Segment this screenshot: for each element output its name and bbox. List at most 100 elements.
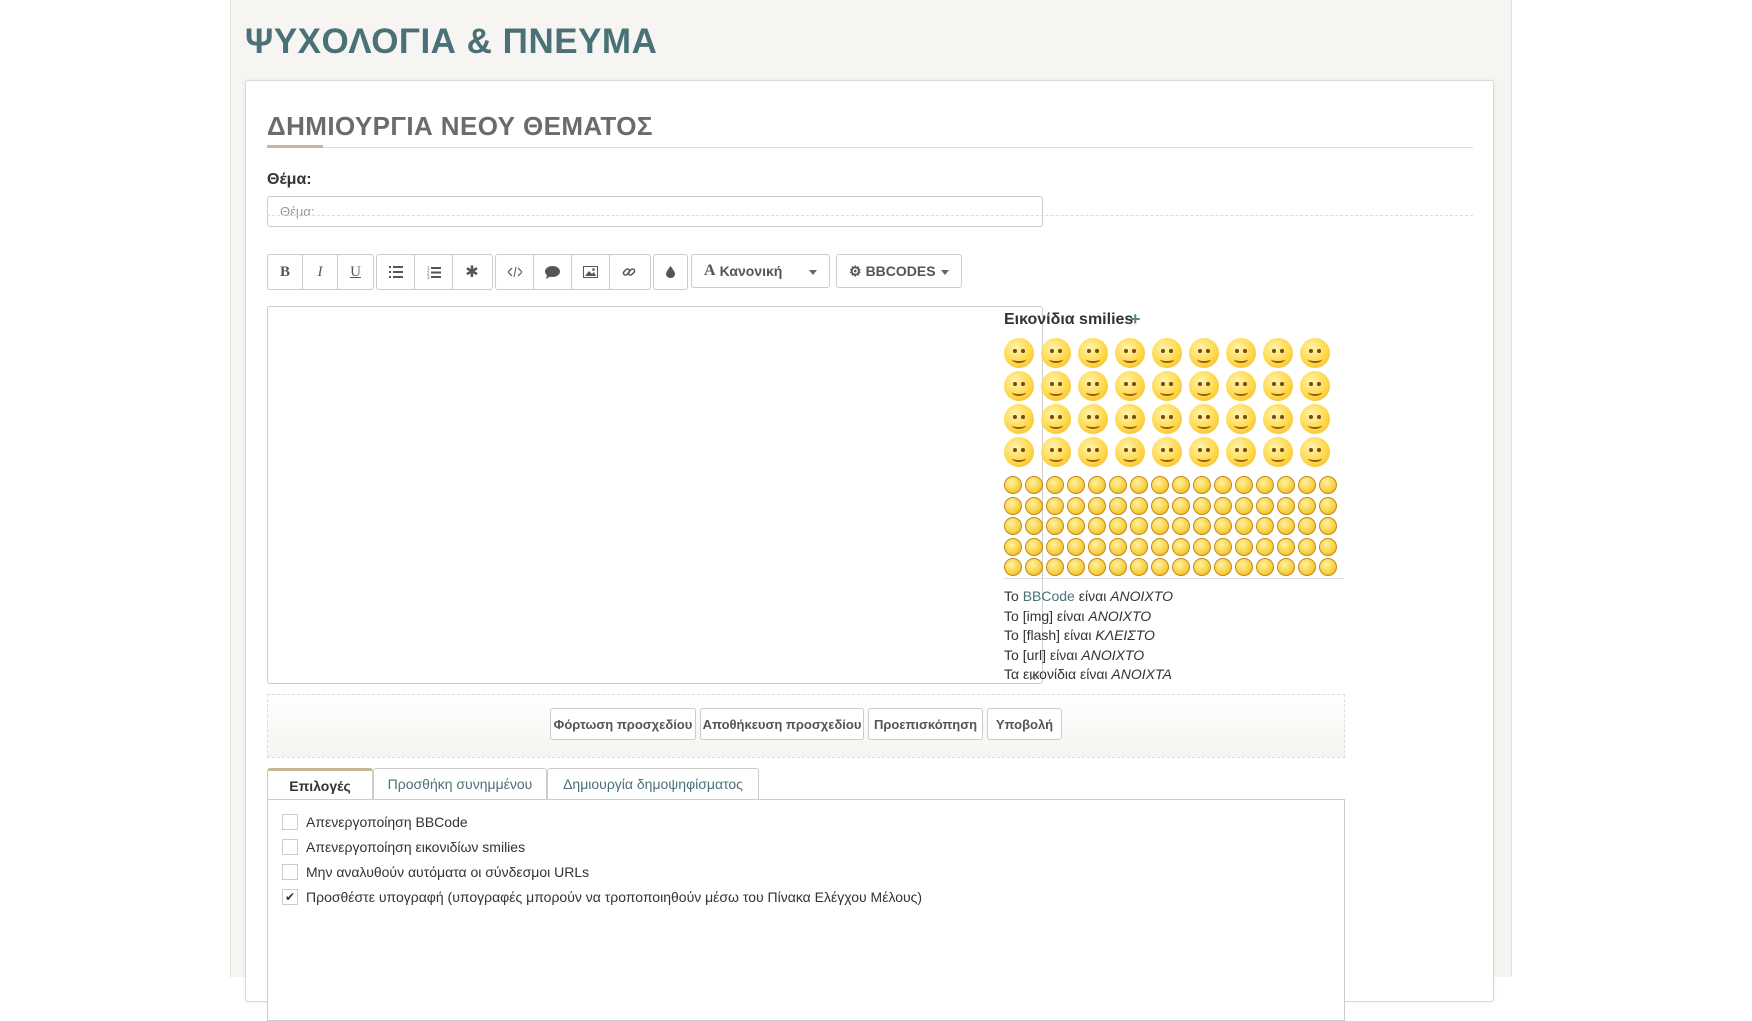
small-smiley-icon[interactable]	[1004, 558, 1022, 576]
bbcode-link[interactable]: BBCode	[1023, 588, 1075, 604]
sunglasses-smiley-icon[interactable]	[1152, 437, 1182, 467]
small-smiley-icon[interactable]	[1277, 496, 1295, 515]
small-smiley-icon[interactable]	[1193, 558, 1211, 576]
smiley-icon[interactable]	[1041, 371, 1071, 401]
italic-button[interactable]: I	[303, 255, 338, 289]
small-smiley-icon[interactable]	[1214, 476, 1232, 494]
small-smiley-icon[interactable]	[1067, 496, 1085, 515]
list-item-button[interactable]: ✱	[453, 255, 491, 289]
subject-input[interactable]	[267, 196, 1043, 227]
small-smiley-icon[interactable]	[1130, 558, 1148, 576]
preview-button[interactable]: Προεπισκόπηση	[868, 708, 983, 740]
smiley-icon[interactable]	[1115, 371, 1145, 401]
small-smiley-icon[interactable]	[1004, 476, 1022, 494]
small-smiley-icon[interactable]	[1277, 517, 1295, 535]
small-smiley-icon[interactable]	[1151, 558, 1169, 576]
smiley-icon[interactable]	[1115, 404, 1145, 434]
small-smiley-icon[interactable]	[1214, 496, 1232, 515]
small-smiley-icon[interactable]	[1193, 537, 1211, 556]
small-smiley-icon[interactable]	[1235, 517, 1253, 535]
small-smiley-icon[interactable]	[1319, 496, 1337, 515]
small-smiley-icon[interactable]	[1319, 537, 1337, 556]
small-smiley-icon[interactable]	[1025, 558, 1043, 576]
small-smiley-icon[interactable]	[1088, 537, 1106, 556]
smiley-icon[interactable]	[1189, 371, 1219, 401]
smiley-icon[interactable]	[1189, 404, 1219, 434]
small-smiley-icon[interactable]	[1319, 558, 1337, 576]
small-smiley-icon[interactable]	[1256, 537, 1274, 556]
checkbox[interactable]	[282, 814, 298, 830]
tab-poll[interactable]: Δημιουργία δημοψηφίσματος	[547, 768, 759, 799]
underline-button[interactable]: U	[338, 255, 373, 289]
small-smiley-icon[interactable]	[1004, 517, 1022, 535]
small-smiley-icon[interactable]	[1172, 496, 1190, 515]
small-smiley-icon[interactable]	[1298, 558, 1316, 576]
small-smiley-icon[interactable]	[1130, 496, 1148, 515]
small-smiley-icon[interactable]	[1277, 558, 1295, 576]
small-smiley-icon[interactable]	[1235, 558, 1253, 576]
smiley-icon[interactable]	[1115, 338, 1145, 368]
smiley-icon[interactable]	[1263, 371, 1293, 401]
small-smiley-icon[interactable]	[1151, 496, 1169, 515]
checkbox[interactable]	[282, 839, 298, 855]
small-smiley-icon[interactable]	[1256, 476, 1274, 494]
small-smiley-icon[interactable]	[1235, 476, 1253, 494]
small-smiley-icon[interactable]	[1319, 476, 1337, 494]
small-smiley-icon[interactable]	[1130, 517, 1148, 535]
submit-button[interactable]: Υποβολή	[987, 708, 1062, 740]
small-smiley-icon[interactable]	[1256, 496, 1274, 515]
smiley-icon[interactable]	[1152, 338, 1182, 368]
small-smiley-icon[interactable]	[1067, 517, 1085, 535]
smiley-icon[interactable]	[1078, 338, 1108, 368]
smiley-icon[interactable]	[1300, 371, 1330, 401]
code-button[interactable]	[496, 255, 534, 289]
smiley-icon[interactable]	[1004, 371, 1034, 401]
smiley-icon[interactable]	[1300, 437, 1330, 467]
small-smiley-icon[interactable]	[1130, 476, 1148, 494]
ordered-list-button[interactable]: 123	[415, 255, 453, 289]
option-disable-bbcode[interactable]: Απενεργοποίηση BBCode	[282, 814, 468, 830]
small-smiley-icon[interactable]	[1130, 537, 1148, 556]
smiley-icon[interactable]	[1263, 404, 1293, 434]
smiley-icon[interactable]	[1078, 371, 1108, 401]
small-smiley-icon[interactable]	[1109, 537, 1127, 556]
small-smiley-icon[interactable]	[1172, 537, 1190, 556]
add-smilies-icon[interactable]: +	[1130, 309, 1141, 330]
small-smiley-icon[interactable]	[1088, 558, 1106, 576]
small-smiley-icon[interactable]	[1067, 558, 1085, 576]
small-smiley-icon[interactable]	[1151, 537, 1169, 556]
smiley-icon[interactable]	[1226, 437, 1256, 467]
small-smiley-icon[interactable]	[1025, 517, 1043, 535]
smiley-icon[interactable]	[1300, 404, 1330, 434]
small-smiley-icon[interactable]	[1319, 517, 1337, 535]
smiley-icon[interactable]	[1263, 338, 1293, 368]
color-button[interactable]	[654, 255, 687, 289]
small-smiley-icon[interactable]	[1046, 558, 1064, 576]
smiley-icon[interactable]	[1041, 437, 1071, 467]
small-smiley-icon[interactable]	[1298, 476, 1316, 494]
smiley-icon[interactable]	[1226, 404, 1256, 434]
small-smiley-icon[interactable]	[1109, 496, 1127, 515]
list-button[interactable]	[377, 255, 415, 289]
smiley-icon[interactable]	[1189, 437, 1219, 467]
option-disable-smilies[interactable]: Απενεργοποίηση εικονιδίων smilies	[282, 839, 525, 855]
small-smiley-icon[interactable]	[1109, 558, 1127, 576]
small-smiley-icon[interactable]	[1298, 496, 1316, 515]
small-smiley-icon[interactable]	[1046, 496, 1064, 515]
smiley-icon[interactable]	[1004, 404, 1034, 434]
small-smiley-icon[interactable]	[1004, 496, 1022, 515]
small-smiley-icon[interactable]	[1088, 496, 1106, 515]
small-smiley-icon[interactable]	[1088, 476, 1106, 494]
small-smiley-icon[interactable]	[1025, 476, 1043, 494]
small-smiley-icon[interactable]	[1235, 496, 1253, 515]
smiley-icon[interactable]	[1189, 338, 1219, 368]
smiley-icon[interactable]	[1300, 338, 1330, 368]
smiley-icon[interactable]	[1226, 338, 1256, 368]
small-smiley-icon[interactable]	[1046, 476, 1064, 494]
bold-button[interactable]: B	[268, 255, 303, 289]
quote-button[interactable]	[534, 255, 572, 289]
smiley-icon[interactable]	[1152, 404, 1182, 434]
small-smiley-icon[interactable]	[1151, 476, 1169, 494]
small-smiley-icon[interactable]	[1298, 537, 1316, 556]
small-smiley-icon[interactable]	[1046, 537, 1064, 556]
